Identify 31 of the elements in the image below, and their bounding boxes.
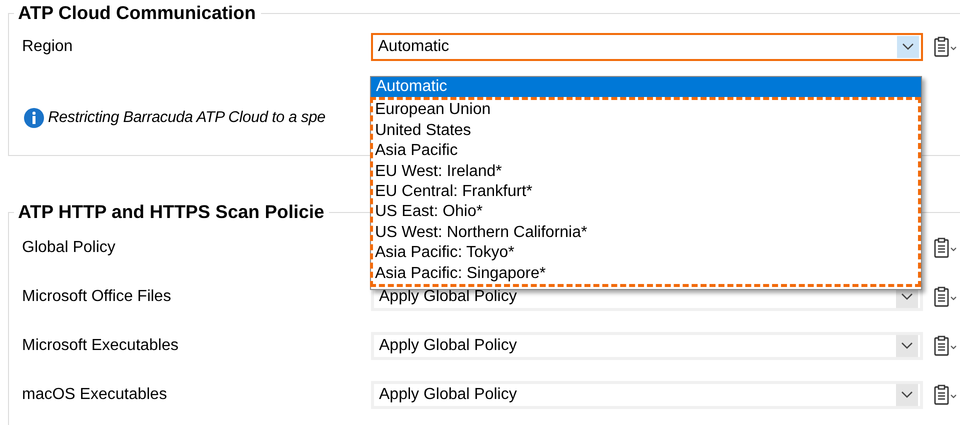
field-label: Global Policy [22, 238, 116, 256]
field-label: Region [22, 38, 74, 56]
dropdown-option[interactable]: US West: Northern California* [373, 222, 918, 244]
dropdown-option[interactable]: European Union [373, 100, 918, 121]
clipboard-icon[interactable] [932, 236, 958, 258]
field-label: Microsoft Executables [22, 336, 180, 354]
dropdown-field[interactable]: Apply Global Policy [371, 332, 923, 360]
dropdown-field[interactable]: Apply Global Policy [371, 380, 923, 408]
dropdown-option[interactable]: EU West: Ireland* [373, 162, 918, 182]
dropdown-option[interactable]: Asia Pacific [373, 141, 918, 162]
dropdown-option[interactable]: Asia Pacific: Singapore* [373, 264, 918, 284]
info-icon [24, 108, 44, 128]
dropdown-option[interactable]: Asia Pacific: Tokyo* [373, 243, 918, 264]
field-label: macOS Executables [22, 386, 168, 404]
chevron-down-icon [901, 292, 913, 300]
chevron-down-icon [901, 342, 913, 350]
info-text: Restricting Barracuda ATP Cloud to a spe [48, 109, 326, 127]
dropdown-option[interactable]: Automatic [371, 77, 921, 98]
chevron-down-icon [902, 43, 914, 51]
dropdown-option[interactable]: United States [373, 120, 918, 142]
group-title: ATP Cloud Communication [17, 2, 257, 24]
chevron-down-icon [901, 390, 913, 398]
field-label: Microsoft Office Files [22, 288, 172, 306]
dropdown-option[interactable]: US East: Ohio* [373, 202, 918, 223]
clipboard-icon[interactable] [932, 286, 958, 308]
dropdown-field[interactable]: Automatic [371, 33, 923, 61]
clipboard-icon[interactable] [932, 36, 958, 58]
clipboard-icon[interactable] [932, 334, 958, 356]
clipboard-icon[interactable] [932, 384, 958, 406]
group-title: ATP HTTP and HTTPS Scan Policie [17, 201, 326, 223]
dropdown-option[interactable]: EU Central: Frankfurt* [373, 182, 918, 202]
